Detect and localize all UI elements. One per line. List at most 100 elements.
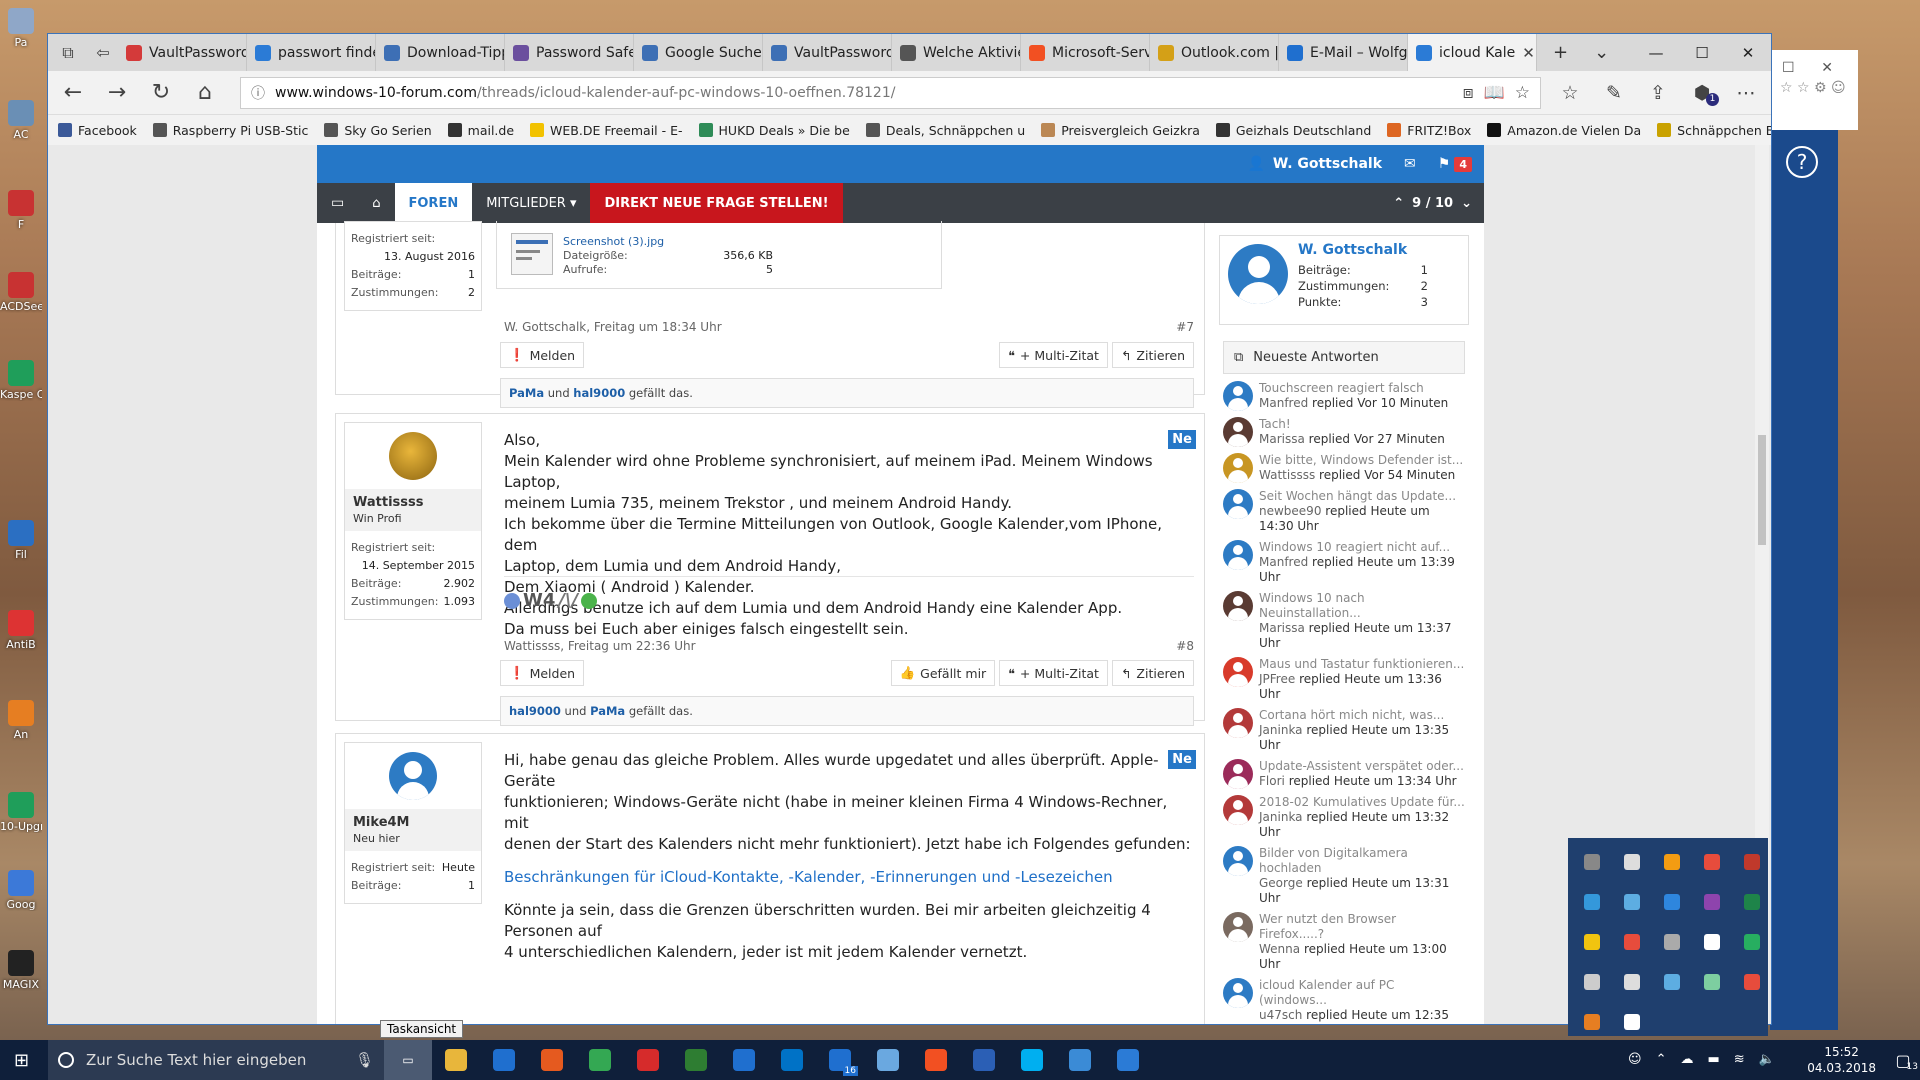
address-bar[interactable]: ⓘ www.windows-10-forum.com/threads/iclou… xyxy=(240,76,1541,109)
reply-thread-title[interactable]: Wie bitte, Windows Defender ist... xyxy=(1259,453,1463,468)
favorite-link[interactable]: Schnäppchen Blog m xyxy=(1657,123,1771,138)
reply-avatar[interactable] xyxy=(1223,381,1253,411)
post-pager[interactable]: ⌃ 9 / 10 ⌄ xyxy=(1381,183,1484,223)
microphone-icon[interactable]: 🎙 xyxy=(355,1051,374,1069)
close-tab-icon[interactable]: ✕ xyxy=(1522,44,1535,62)
desktop-shortcut[interactable]: AntiB xyxy=(0,610,42,651)
nav-home[interactable]: ⌂ xyxy=(358,183,394,223)
taskbar-search[interactable]: Zur Suche Text hier eingeben 🎙 xyxy=(48,1040,384,1080)
reply-avatar[interactable] xyxy=(1223,708,1253,738)
help-icon[interactable]: ? xyxy=(1786,146,1818,178)
favorite-link[interactable]: FRITZ!Box xyxy=(1387,123,1471,138)
favorite-link[interactable]: Deals, Schnäppchen u xyxy=(865,123,1025,138)
nav-ask-question[interactable]: DIREKT NEUE FRAGE STELLEN! xyxy=(590,183,843,223)
recent-reply[interactable]: Tach! Marissa replied Vor 27 Minuten xyxy=(1223,414,1465,450)
tray-app-icon[interactable] xyxy=(1732,882,1772,922)
reply-thread-title[interactable]: Windows 10 reagiert nicht auf... xyxy=(1259,540,1465,555)
reply-thread-title[interactable]: Bilder von Digitalkamera hochladen xyxy=(1259,846,1465,876)
desktop-shortcut[interactable]: Kaspe Co xyxy=(0,360,42,401)
favorite-link[interactable]: HUKD Deals » Die be xyxy=(698,123,850,138)
post-permalink[interactable]: #7 xyxy=(1176,320,1194,334)
reply-thread-title[interactable]: Touchscreen reagiert falsch xyxy=(1259,381,1448,396)
avatar[interactable] xyxy=(389,752,437,800)
post-permalink[interactable]: #8 xyxy=(1176,639,1194,653)
extension-icon[interactable]: ⧈ xyxy=(1463,83,1474,103)
background-window-controls[interactable]: ☐ ✕ xyxy=(1782,60,1833,76)
desktop-shortcut[interactable]: F xyxy=(0,190,42,231)
reply-user[interactable]: Marissa xyxy=(1259,621,1305,635)
desktop-shortcut[interactable]: Goog xyxy=(0,870,42,911)
taskview-button[interactable]: ▭ xyxy=(384,1040,432,1080)
tray-app-icon[interactable] xyxy=(1732,842,1772,882)
tab[interactable]: VaultPassword\ xyxy=(763,34,892,71)
reply-avatar[interactable] xyxy=(1223,912,1253,942)
taskbar-app[interactable] xyxy=(576,1040,624,1080)
network-icon[interactable]: ▬ xyxy=(1707,1052,1719,1067)
favorite-link[interactable]: mail.de xyxy=(447,123,514,138)
liker[interactable]: PaMa xyxy=(590,704,625,718)
reply-avatar[interactable] xyxy=(1223,489,1253,519)
report-button[interactable]: ❗ Melden xyxy=(500,660,585,686)
desktop-shortcut[interactable]: 10-Upgr xyxy=(0,792,42,833)
multiquote-button[interactable]: ❝ + Multi-Zitat xyxy=(999,342,1108,368)
taskbar-app[interactable] xyxy=(720,1040,768,1080)
favorite-link[interactable]: Preisvergleich Geizkra xyxy=(1041,123,1200,138)
tray-app-icon[interactable] xyxy=(1612,842,1652,882)
tabs-aside-icon[interactable]: ⧉ xyxy=(48,34,88,71)
reply-avatar[interactable] xyxy=(1223,978,1253,1008)
profile-name[interactable]: W. Gottschalk xyxy=(1298,242,1407,258)
new-tab-icon[interactable]: + xyxy=(1553,42,1568,63)
tab[interactable]: VaultPassword\ xyxy=(118,34,247,71)
taskbar-app[interactable] xyxy=(1008,1040,1056,1080)
taskbar-app[interactable] xyxy=(864,1040,912,1080)
close-window-button[interactable]: ✕ xyxy=(1725,34,1771,71)
refresh-icon[interactable]: ↻ xyxy=(146,80,176,105)
taskbar-app[interactable] xyxy=(528,1040,576,1080)
nav-members[interactable]: MITGLIEDER ▾ xyxy=(472,183,590,223)
reply-thread-title[interactable]: Update-Assistent verspätet oder... xyxy=(1259,759,1464,774)
tab[interactable]: Welche Aktivie xyxy=(892,34,1021,71)
tray-app-icon[interactable] xyxy=(1612,962,1652,1002)
tab[interactable]: Outlook.com | xyxy=(1150,34,1279,71)
pen-icon[interactable]: ✎ xyxy=(1599,82,1629,104)
recent-reply[interactable]: Windows 10 reagiert nicht auf... Manfred … xyxy=(1223,537,1465,588)
desktop-shortcut[interactable]: Pa xyxy=(0,8,42,49)
desktop-shortcut[interactable]: AC xyxy=(0,100,42,141)
reply-thread-title[interactable]: Maus und Tastatur funktionieren... xyxy=(1259,657,1465,672)
tray-app-icon[interactable] xyxy=(1652,922,1692,962)
desktop-shortcut[interactable]: Fil xyxy=(0,520,42,561)
extension-badge-icon[interactable]: ⬢ 1 xyxy=(1687,82,1719,106)
forward-icon[interactable]: → xyxy=(102,80,132,105)
volume-icon[interactable]: 🔈 xyxy=(1759,1052,1775,1067)
user-account-link[interactable]: 👤 W. Gottschalk xyxy=(1247,156,1382,172)
tray-app-icon[interactable] xyxy=(1692,922,1732,962)
reply-user[interactable]: Manfred xyxy=(1259,555,1308,569)
profile-avatar[interactable] xyxy=(1228,244,1288,304)
wifi-icon[interactable]: ≋ xyxy=(1734,1052,1745,1067)
post-meta-author-time[interactable]: W. Gottschalk, Freitag um 18:34 Uhr xyxy=(504,320,722,334)
tray-app-icon[interactable] xyxy=(1732,962,1772,1002)
quote-button[interactable]: ↰ Zitieren xyxy=(1111,660,1194,686)
tab[interactable]: passwort finde xyxy=(247,34,376,71)
reply-thread-title[interactable]: 2018-02 Kumulatives Update für... xyxy=(1259,795,1465,810)
desktop-shortcut[interactable]: An xyxy=(0,700,42,741)
reply-thread-title[interactable]: Seit Wochen hängt das Update... xyxy=(1259,489,1465,504)
home-icon[interactable]: ⌂ xyxy=(190,80,220,105)
tray-app-icon[interactable] xyxy=(1652,882,1692,922)
tray-app-icon[interactable] xyxy=(1652,842,1692,882)
tray-app-icon[interactable] xyxy=(1652,962,1692,1002)
multiquote-button[interactable]: ❝ + Multi-Zitat xyxy=(999,660,1108,686)
favorite-star-icon[interactable]: ☆ xyxy=(1515,83,1530,103)
reply-thread-title[interactable]: Wer nutzt den Browser Firefox.....? xyxy=(1259,912,1465,942)
start-windows-icon[interactable]: ⊞ xyxy=(14,1050,29,1071)
reading-view-icon[interactable]: 📖 xyxy=(1484,83,1505,103)
tab[interactable]: Microsoft-Serv xyxy=(1021,34,1150,71)
recent-reply[interactable]: Maus und Tastatur funktionieren... JPFree… xyxy=(1223,654,1465,705)
tab[interactable]: Google Sucher xyxy=(634,34,763,71)
action-center-icon[interactable]: ▢ 13 xyxy=(1886,1051,1920,1072)
pager-up-icon[interactable]: ⌃ xyxy=(1393,196,1404,211)
tab[interactable]: Password Safe xyxy=(505,34,634,71)
alerts-link[interactable]: ⚑ 4 xyxy=(1438,156,1472,172)
more-menu-icon[interactable]: ⋯ xyxy=(1731,82,1761,104)
onedrive-icon[interactable]: ☁ xyxy=(1680,1052,1693,1067)
